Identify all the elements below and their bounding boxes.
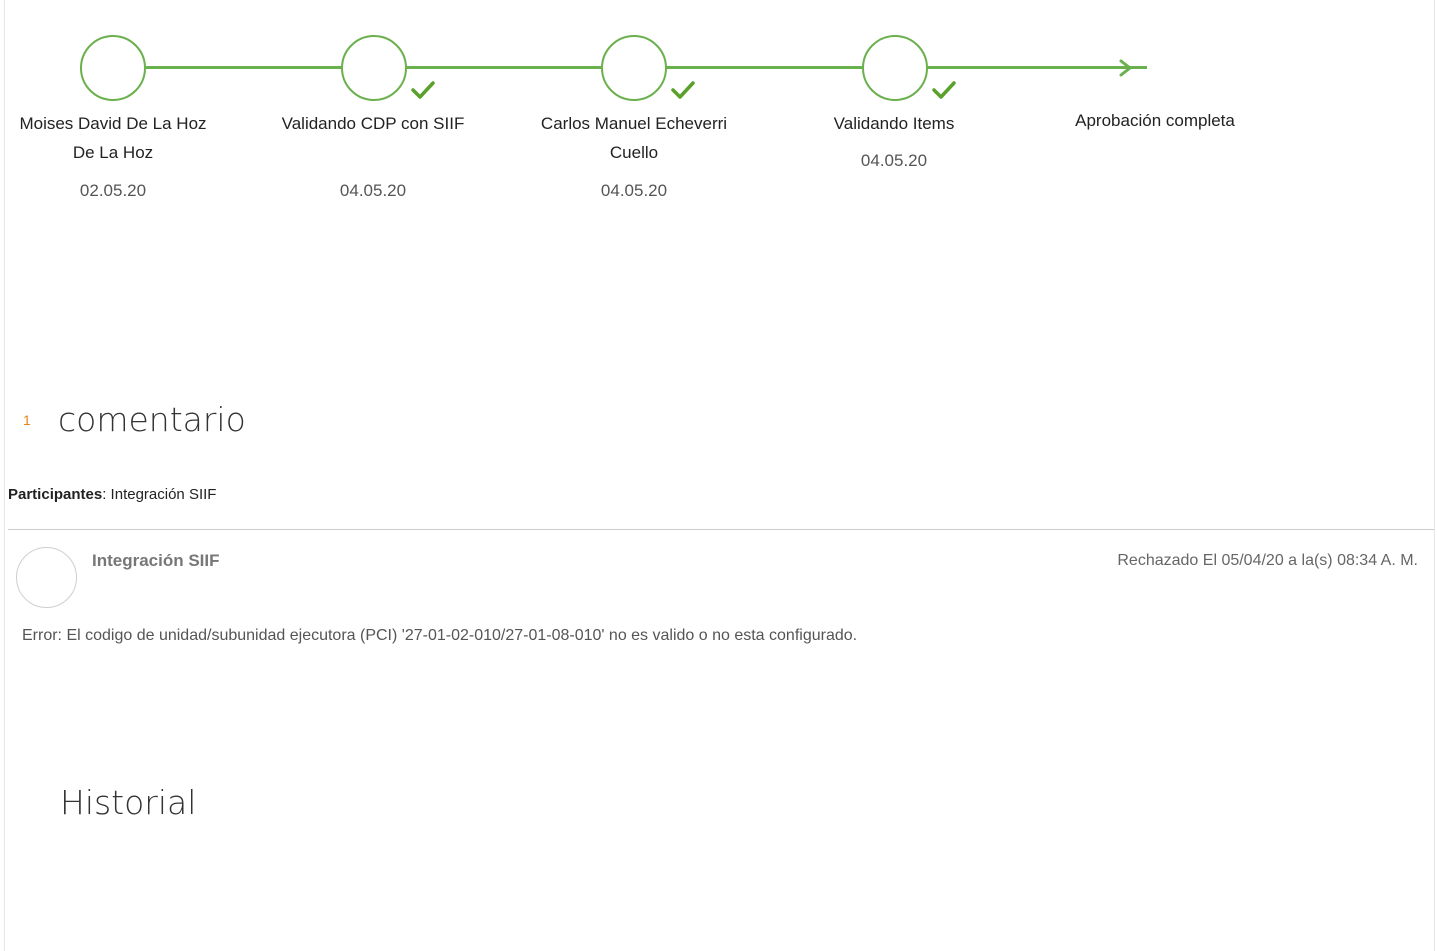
workflow-step-node[interactable] xyxy=(601,35,667,101)
arrow-right-icon xyxy=(1119,59,1132,77)
workflow-connector xyxy=(927,66,1147,69)
workflow-step-date: 02.05.20 xyxy=(79,181,147,200)
divider xyxy=(8,529,1434,530)
comments-heading: comentario xyxy=(58,400,246,439)
workflow-connector xyxy=(666,66,863,69)
participants-row: Participantes: Integración SIIF xyxy=(8,486,216,503)
workflow-step-date: 04.05.20 xyxy=(339,181,407,200)
check-icon xyxy=(932,81,956,99)
history-heading: Historial xyxy=(60,783,197,822)
workflow-step-name: Moises David De La Hoz De La Hoz xyxy=(19,114,207,162)
participants-value: : Integración SIIF xyxy=(102,486,217,503)
comment-count: 1 xyxy=(23,412,31,428)
approval-workflow: Moises David De La Hoz De La Hoz 02.05.2… xyxy=(0,0,1437,230)
workflow-step-node[interactable] xyxy=(80,35,146,101)
workflow-step-name: Validando Items xyxy=(833,114,955,133)
comment-author[interactable]: Integración SIIF xyxy=(92,551,220,571)
avatar xyxy=(16,547,77,608)
workflow-connector xyxy=(146,66,342,69)
workflow-final-label: Aprobación completa xyxy=(1075,111,1235,130)
workflow-step-node[interactable] xyxy=(341,35,407,101)
workflow-step-date: 04.05.20 xyxy=(600,181,668,200)
workflow-step-name: Validando CDP con SIIF xyxy=(281,114,465,133)
comment-status: Rechazado El 05/04/20 a la(s) 08:34 A. M… xyxy=(1117,552,1418,569)
participants-label: Participantes xyxy=(8,486,103,503)
check-icon xyxy=(671,81,695,99)
workflow-connector xyxy=(406,66,602,69)
comment-body: Error: El codigo de unidad/subunidad eje… xyxy=(22,627,858,644)
workflow-step-date: 04.05.20 xyxy=(860,151,928,170)
check-icon xyxy=(411,81,435,99)
workflow-step-name: Carlos Manuel Echeverri Cuello xyxy=(540,114,728,162)
workflow-step-node[interactable] xyxy=(862,35,928,101)
